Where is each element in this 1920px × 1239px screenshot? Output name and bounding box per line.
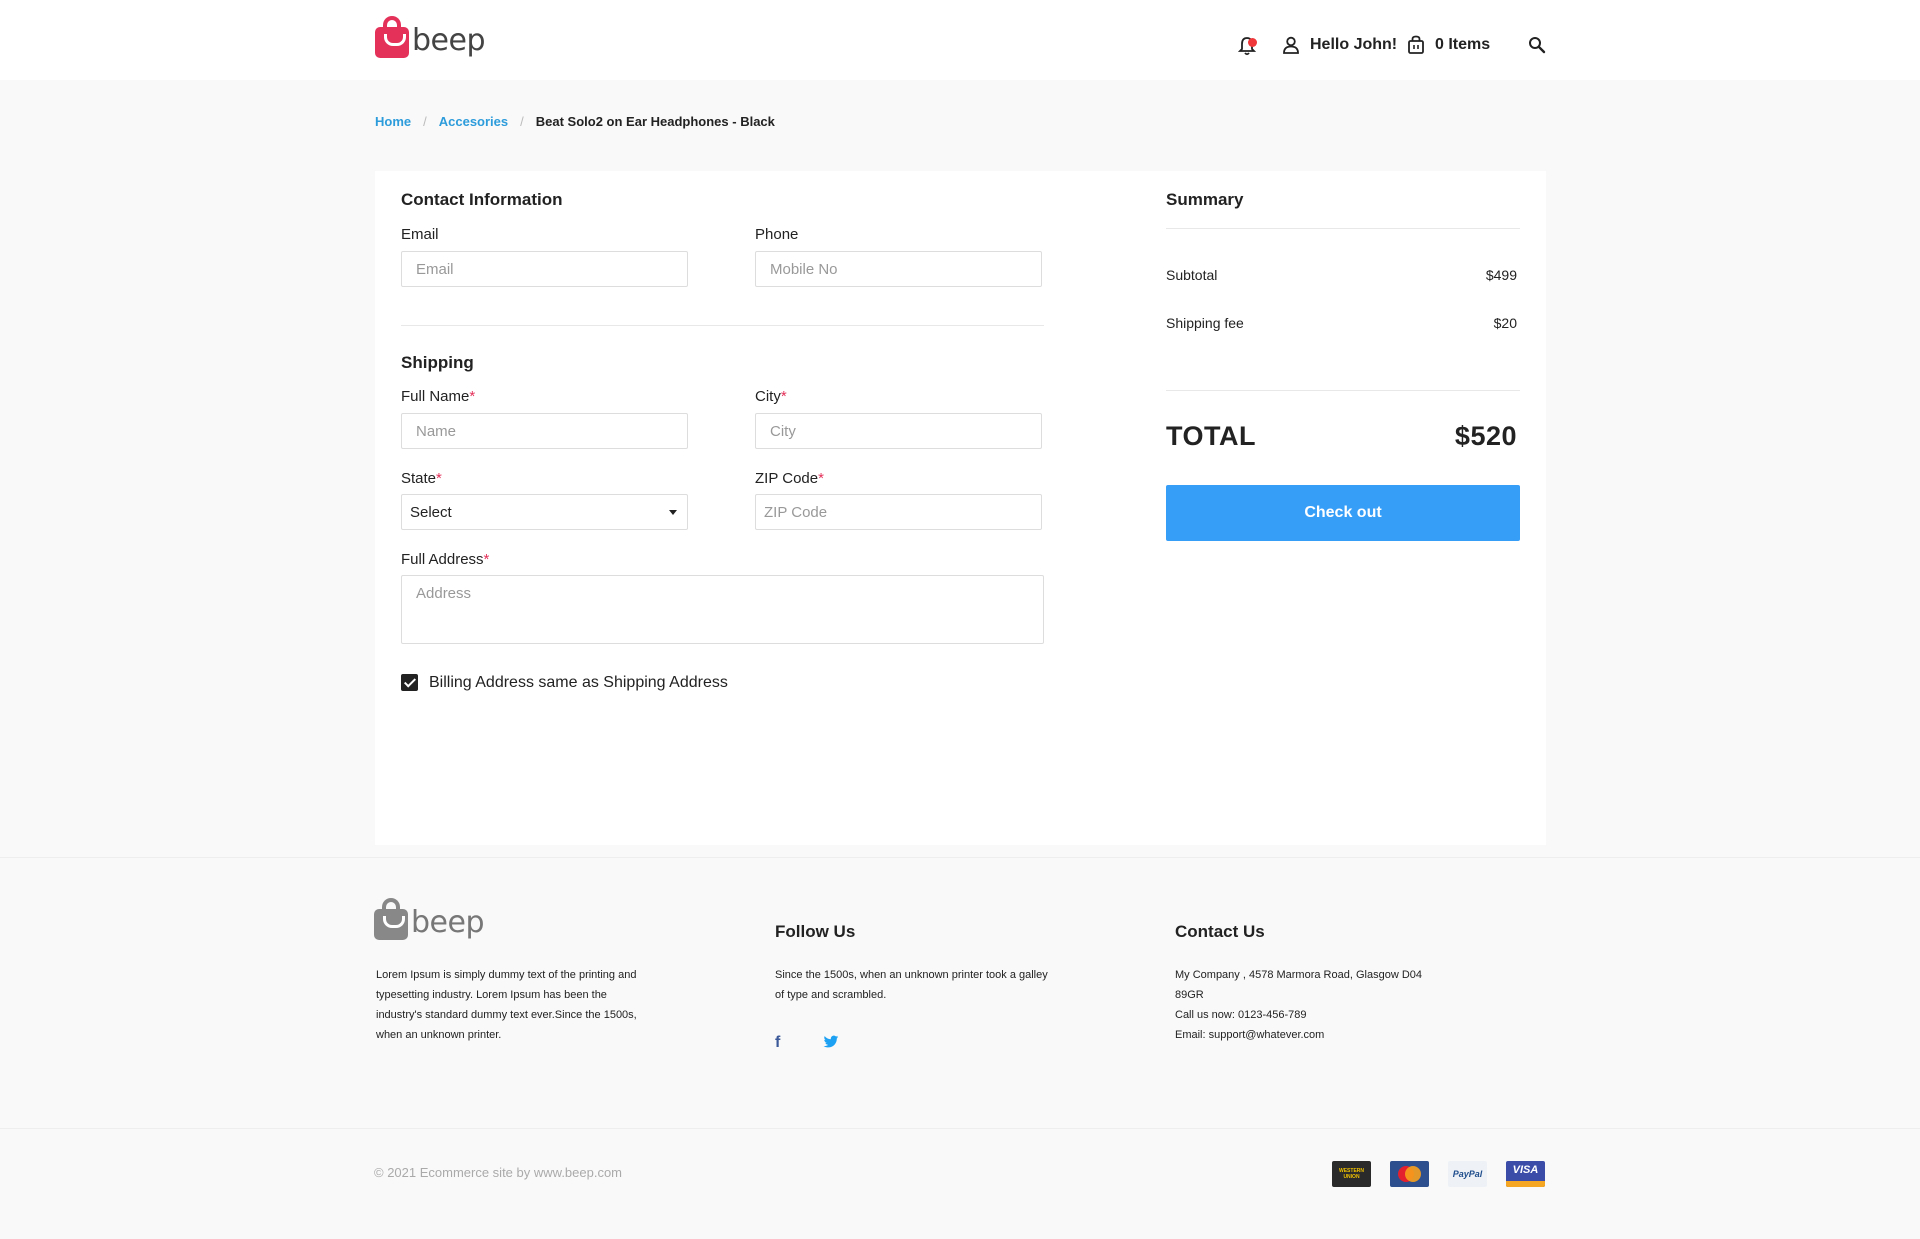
summary-title: Summary <box>1166 190 1244 209</box>
caret-down-icon <box>669 509 677 515</box>
cart-items-count[interactable]: 0 Items <box>1435 36 1490 54</box>
search-icon[interactable] <box>1528 36 1546 54</box>
contact-address: My Company , 4578 Marmora Road, Glasgow … <box>1175 969 1422 1001</box>
contact-us-title: Contact Us <box>1175 922 1265 941</box>
breadcrumb-separator: / <box>423 114 427 129</box>
footer-logo[interactable]: beep <box>374 898 485 940</box>
shopping-bag-icon <box>375 16 409 58</box>
shipping-fee-value: $20 <box>1493 315 1517 331</box>
zip-input[interactable] <box>755 494 1042 530</box>
shopping-bag-icon <box>374 898 408 940</box>
state-label: State* <box>401 470 442 487</box>
city-input[interactable] <box>755 413 1042 449</box>
contact-email: Email: support@whatever.com <box>1175 1029 1325 1041</box>
visa-icon: VISA <box>1506 1161 1545 1187</box>
address-textarea[interactable] <box>401 575 1044 644</box>
fullname-input[interactable] <box>401 413 688 449</box>
address-label: Full Address* <box>401 551 490 568</box>
phone-label: Phone <box>755 226 799 243</box>
billing-same-label[interactable]: Billing Address same as Shipping Address <box>429 674 728 692</box>
section-divider <box>401 325 1044 326</box>
user-icon[interactable] <box>1282 36 1300 54</box>
shipping-section-title: Shipping <box>401 353 474 372</box>
facebook-icon[interactable]: f <box>775 1034 780 1052</box>
user-greeting[interactable]: Hello John! <box>1310 36 1397 54</box>
brand-logo[interactable]: beep <box>375 16 486 58</box>
twitter-icon[interactable] <box>823 1034 839 1050</box>
paypal-icon: PayPal <box>1448 1161 1487 1187</box>
breadcrumb: Home / Accesories / Beat Solo2 on Ear He… <box>375 114 775 129</box>
breadcrumb-separator: / <box>520 114 524 129</box>
billing-same-checkbox[interactable] <box>401 674 418 691</box>
state-select-value: Select <box>410 503 452 521</box>
phone-input[interactable] <box>755 251 1042 287</box>
zip-label: ZIP Code* <box>755 470 824 487</box>
city-label: City* <box>755 388 787 405</box>
breadcrumb-home[interactable]: Home <box>375 114 411 129</box>
summary-divider <box>1166 390 1520 391</box>
footer-bottom-divider <box>0 1128 1920 1129</box>
footer-divider <box>0 857 1920 858</box>
shipping-fee-label: Shipping fee <box>1166 315 1244 331</box>
email-input[interactable] <box>401 251 688 287</box>
footer-logo-text: beep <box>411 905 485 940</box>
breadcrumb-accessories[interactable]: Accesories <box>439 114 508 129</box>
logo-text: beep <box>412 23 486 58</box>
breadcrumb-current: Beat Solo2 on Ear Headphones - Black <box>535 114 775 129</box>
copyright-text: © 2021 Ecommerce site by www.beep.com <box>374 1165 623 1180</box>
footer-about-text: Lorem Ipsum is simply dummy text of the … <box>376 969 637 1041</box>
subtotal-label: Subtotal <box>1166 267 1218 283</box>
contact-phone: Call us now: 0123-456-789 <box>1175 1009 1307 1021</box>
contact-section-title: Contact Information <box>401 190 563 209</box>
summary-divider <box>1166 228 1520 229</box>
site-header: beep Hello John! 0 Items <box>0 0 1920 80</box>
email-label: Email <box>401 226 439 243</box>
mastercard-icon <box>1390 1161 1429 1187</box>
cart-icon[interactable] <box>1407 35 1425 55</box>
follow-us-title: Follow Us <box>775 922 856 941</box>
total-value: $520 <box>1454 421 1517 451</box>
notification-dot <box>1248 38 1257 47</box>
subtotal-value: $499 <box>1485 267 1517 283</box>
checkout-button[interactable]: Check out <box>1166 485 1520 541</box>
fullname-label: Full Name* <box>401 388 476 405</box>
checkout-card: Contact Information Email Phone Shipping… <box>375 171 1546 845</box>
total-label: TOTAL <box>1166 421 1256 451</box>
state-select[interactable]: Select <box>401 494 688 530</box>
follow-us-text: Since the 1500s, when an unknown printer… <box>775 969 1048 1001</box>
western-union-icon: WESTERN UNION <box>1332 1161 1371 1187</box>
